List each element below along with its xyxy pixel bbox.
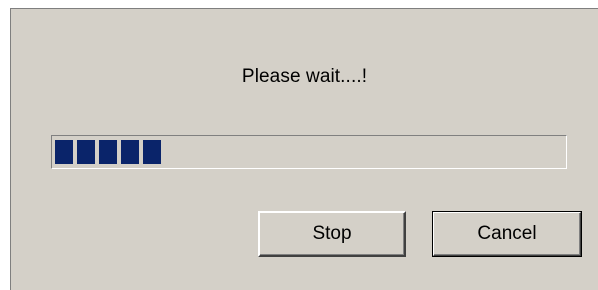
progress-block	[121, 140, 139, 164]
cancel-button[interactable]: Cancel	[432, 211, 582, 257]
progress-block	[77, 140, 95, 164]
status-message: Please wait....!	[241, 66, 368, 87]
progress-block	[143, 140, 161, 164]
progress-block	[55, 140, 73, 164]
progress-bar	[51, 135, 567, 169]
progress-block	[99, 140, 117, 164]
progress-fill	[55, 140, 161, 164]
stop-button[interactable]: Stop	[258, 211, 406, 257]
progress-dialog: Please wait....! Stop Cancel	[10, 8, 598, 290]
